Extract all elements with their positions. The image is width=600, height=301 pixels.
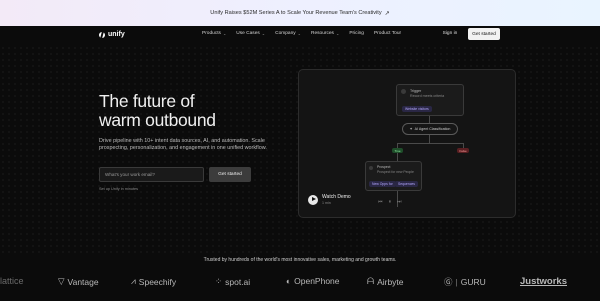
unify-logo-icon [99, 31, 105, 38]
trigger-chip: Website visitors [402, 106, 432, 112]
signin-button[interactable]: Sign in [438, 28, 462, 39]
logo-speechify: ⩘ Speechify [131, 276, 177, 287]
connector-line [429, 116, 430, 123]
pause-icon[interactable]: ⏸ [389, 199, 392, 205]
workflow-demo-card[interactable]: Trigger Record meets criteria Website vi… [298, 69, 516, 218]
trigger-icon [401, 89, 406, 94]
hero-title-line2: warm outbound [99, 110, 216, 130]
hero-note: Set up Unify in minutes [99, 187, 139, 191]
trusted-by-text: Trusted by hundreds of the world's most … [203, 257, 397, 263]
chevron-down-icon: ⌄ [222, 31, 227, 36]
connector-line [429, 135, 430, 143]
announcement-text[interactable]: Unify Raises $52M Series A to Scale Your… [210, 10, 381, 16]
menu-item-resources[interactable]: Resources ⌄ [311, 31, 339, 36]
brand-name: unify [108, 31, 125, 38]
brand-logo[interactable]: unify [99, 31, 125, 38]
speechify-icon: ⩘ [131, 276, 136, 286]
top-nav: unify Products ⌄ Use Cases ⌄ Company ⌄ Reso… [0, 26, 600, 45]
nav-get-started-button[interactable]: Get started [468, 28, 500, 40]
hero-title: The future of warm outbound [99, 92, 216, 130]
sequences-chip: Sequences [395, 181, 418, 187]
guru-icon: Ⓖ [444, 277, 453, 287]
vantage-icon: ▽ [58, 276, 65, 286]
watch-demo-duration: 1 min [322, 201, 331, 205]
customer-logos: lattice ▽ Vantage ⩘ Speechify ⁘ spot.ai ◐ Op… [0, 276, 600, 290]
airbyte-icon: ᗩ [367, 276, 375, 286]
menu-item-products[interactable]: Products ⌄ [202, 31, 226, 36]
prospect-icon [369, 166, 373, 170]
video-controls: ⏮ ⏸ ⏭ [378, 199, 402, 205]
chevron-down-icon: ⌄ [297, 31, 302, 36]
logo-lattice: lattice [0, 276, 24, 286]
prospect-title: Prospect [377, 165, 391, 169]
prospect-node[interactable]: Prospect Prospect for new People New Opp… [365, 161, 422, 191]
classification-node[interactable]: ✦ AI Agent Classification [402, 123, 458, 135]
trigger-node[interactable]: Trigger Record meets criteria Website vi… [396, 84, 464, 116]
connector-line [397, 143, 463, 144]
chevron-down-icon: ⌄ [335, 31, 340, 36]
prospect-chip: New Opps for [369, 181, 396, 187]
chevron-down-icon: ⌄ [261, 31, 266, 36]
connector-line [397, 153, 398, 161]
main-menu: Products ⌄ Use Cases ⌄ Company ⌄ Resources ⌄… [202, 31, 401, 36]
sparkle-icon: ✦ [409, 127, 413, 131]
menu-item-pricing[interactable]: Pricing [349, 31, 364, 36]
false-branch-badge: False [457, 148, 469, 153]
work-email-input[interactable] [99, 167, 204, 182]
announcement-bar[interactable]: Unify Raises $52M Series A to Scale Your… [0, 0, 600, 26]
play-icon[interactable] [308, 194, 318, 205]
arrow-up-right-icon: ↗ [384, 10, 390, 17]
logo-airbyte: ᗩ Airbyte [367, 276, 404, 287]
openphone-icon: ◐ [286, 276, 292, 286]
hero-title-line1: The future of [99, 91, 195, 111]
previous-icon[interactable]: ⏮ [378, 199, 383, 205]
logo-openphone: ◐ OpenPhone [286, 276, 340, 286]
classification-label: AI Agent Classification [414, 127, 451, 131]
menu-item-company[interactable]: Company ⌄ [275, 31, 301, 36]
trigger-title: Trigger [410, 89, 422, 93]
menu-item-product-tour[interactable]: Product Tour [374, 31, 401, 36]
spot-icon: ⁘ [215, 276, 223, 286]
true-branch-badge: True [392, 148, 403, 153]
logo-guru: Ⓖ | GURU [444, 277, 486, 287]
hero-get-started-button[interactable]: Get started [209, 167, 251, 182]
logo-vantage: ▽ Vantage [58, 276, 99, 287]
watch-demo-title: Watch Demo [322, 194, 351, 200]
trigger-subtitle: Record meets criteria [410, 94, 445, 98]
next-icon[interactable]: ⏭ [397, 199, 402, 205]
prospect-subtitle: Prospect for new People [377, 170, 414, 174]
hero-subtitle: Drive pipeline with 10+ intent data sour… [99, 138, 267, 152]
watch-demo[interactable]: Watch Demo 1 min [308, 194, 351, 205]
logo-spot-ai: ⁘ spot.ai [215, 276, 251, 287]
menu-item-use-cases[interactable]: Use Cases ⌄ [236, 31, 265, 36]
logo-justworks: Justworks [520, 276, 567, 287]
